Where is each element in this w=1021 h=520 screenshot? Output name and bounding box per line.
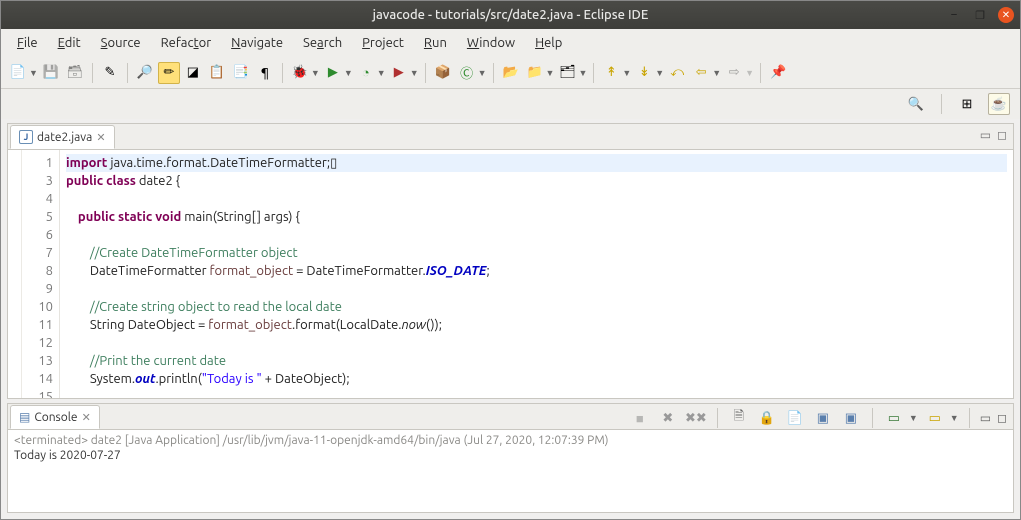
remove-all-icon[interactable]: ✖✖: [685, 407, 707, 429]
console-output[interactable]: <terminated> date2 [Java Application] /u…: [8, 430, 1013, 512]
menu-bar: File Edit Source Refactor Navigate Searc…: [1, 29, 1020, 57]
search-icon[interactable]: 🔍: [905, 93, 927, 115]
terminate-icon[interactable]: ■: [629, 407, 651, 429]
show-console-icon[interactable]: ▣: [812, 407, 834, 429]
maximize-view-icon[interactable]: ◻: [997, 128, 1007, 142]
maximize-console-icon[interactable]: ◻: [997, 411, 1007, 425]
menu-navigate[interactable]: Navigate: [223, 34, 291, 52]
highlight-icon[interactable]: ✏: [158, 62, 180, 84]
next-annotation-icon[interactable]: ↡: [633, 62, 655, 84]
open-project-icon[interactable]: 📁: [524, 62, 546, 84]
menu-search[interactable]: Search: [295, 34, 350, 52]
pin-console-icon[interactable]: ▣: [840, 407, 862, 429]
console-icon: ▤: [19, 410, 30, 424]
java-file-icon: J: [19, 130, 33, 144]
clear-console-icon[interactable]: 🗎: [728, 407, 750, 429]
open-type-icon[interactable]: 🔎: [134, 62, 156, 84]
console-tab-row: ▤ Console ✕ ■ ✖ ✖✖ 🗎 🔒 📄 ▣ ▣ ▭▼ ▭▼ ▭ ◻: [8, 404, 1013, 430]
new-package-icon[interactable]: 📦: [432, 62, 454, 84]
minimize-view-icon[interactable]: ▭: [980, 128, 991, 142]
menu-source[interactable]: Source: [93, 34, 149, 52]
new-class-icon[interactable]: Ⓒ: [456, 62, 478, 84]
word-wrap-icon[interactable]: 📄: [784, 407, 806, 429]
run-icon[interactable]: ▶: [322, 62, 344, 84]
back-icon[interactable]: ⇦: [690, 62, 712, 84]
close-button[interactable]: [998, 7, 1014, 23]
show-source-icon[interactable]: 📑: [230, 62, 252, 84]
debug-icon[interactable]: 🐞: [289, 62, 311, 84]
maximize-button[interactable]: [972, 7, 988, 23]
save-icon[interactable]: 💾: [40, 62, 62, 84]
marker-bar: [8, 150, 22, 398]
console-view: ▤ Console ✕ ■ ✖ ✖✖ 🗎 🔒 📄 ▣ ▣ ▭▼ ▭▼ ▭ ◻ <…: [7, 403, 1014, 513]
menu-file[interactable]: File: [9, 34, 46, 52]
external-tools-icon[interactable]: ▶: [388, 62, 410, 84]
close-console-tab-icon[interactable]: ✕: [82, 411, 91, 424]
menu-window[interactable]: Window: [459, 34, 523, 52]
console-tab[interactable]: ▤ Console ✕: [10, 405, 100, 429]
editor-tab-label: date2.java: [37, 131, 92, 144]
show-whitespace-icon[interactable]: 📋: [206, 62, 228, 84]
title-bar: javacode - tutorials/src/date2.java - Ec…: [1, 1, 1020, 29]
editor-area: J date2.java ✕ ▭ ◻ 1 3 4 5 6 7 8 9 10 11…: [7, 123, 1014, 399]
console-tab-label: Console: [34, 411, 77, 424]
wand-icon[interactable]: ✎: [99, 62, 121, 84]
menu-edit[interactable]: Edit: [50, 34, 89, 52]
minimize-console-icon[interactable]: ▭: [980, 411, 991, 425]
main-toolbar: 📄▼ 💾 🗃 ✎ 🔎 ✏ ◪ 📋 📑 ¶ 🐞▼ ▶▼ ◔▼ ▶▼ 📦 Ⓒ▼ 📂 …: [1, 57, 1020, 89]
code-content[interactable]: import java.time.format.DateTimeFormatte…: [60, 150, 1013, 398]
forward-icon[interactable]: ⇨: [723, 62, 745, 84]
open-console-icon[interactable]: ▭: [924, 407, 946, 429]
minimize-button[interactable]: [946, 7, 962, 23]
editor-tab-row: J date2.java ✕ ▭ ◻: [8, 124, 1013, 150]
last-edit-icon[interactable]: ⤺: [666, 62, 688, 84]
new-icon[interactable]: 📄: [7, 62, 29, 84]
console-process-header: <terminated> date2 [Java Application] /u…: [14, 434, 1007, 447]
console-output-line: Today is 2020-07-27: [14, 449, 1007, 462]
open-folder-icon[interactable]: 📂: [500, 62, 522, 84]
open-perspective-icon[interactable]: ⊞: [956, 93, 978, 115]
prev-annotation-icon[interactable]: ↟: [600, 62, 622, 84]
menu-run[interactable]: Run: [416, 34, 455, 52]
pin-icon[interactable]: 📌: [767, 62, 789, 84]
close-tab-icon[interactable]: ✕: [96, 131, 105, 144]
toggle-block-icon[interactable]: ◪: [182, 62, 204, 84]
line-number-gutter: 1 3 4 5 6 7 8 9 10 11 12 13 14 15: [22, 150, 60, 398]
menu-refactor[interactable]: Refactor: [153, 34, 220, 52]
task-icon[interactable]: 🗂: [556, 62, 578, 84]
menu-project[interactable]: Project: [354, 34, 412, 52]
editor-tab-date2[interactable]: J date2.java ✕: [10, 125, 115, 149]
scroll-lock-icon[interactable]: 🔒: [756, 407, 778, 429]
remove-launch-icon[interactable]: ✖: [657, 407, 679, 429]
java-perspective-icon[interactable]: ☕: [988, 93, 1010, 115]
menu-help[interactable]: Help: [527, 34, 570, 52]
console-toolbar: ■ ✖ ✖✖ 🗎 🔒 📄 ▣ ▣ ▭▼ ▭▼ ▭ ◻: [629, 407, 1007, 429]
perspective-bar: 🔍 ⊞ ☕: [1, 89, 1020, 119]
window-title: javacode - tutorials/src/date2.java - Ec…: [373, 8, 649, 22]
save-all-icon[interactable]: 🗃: [64, 62, 86, 84]
code-editor[interactable]: 1 3 4 5 6 7 8 9 10 11 12 13 14 15 import…: [8, 150, 1013, 398]
coverage-icon[interactable]: ◔: [355, 62, 377, 84]
display-selected-icon[interactable]: ▭: [883, 407, 905, 429]
pilcrow-icon[interactable]: ¶: [254, 62, 276, 84]
